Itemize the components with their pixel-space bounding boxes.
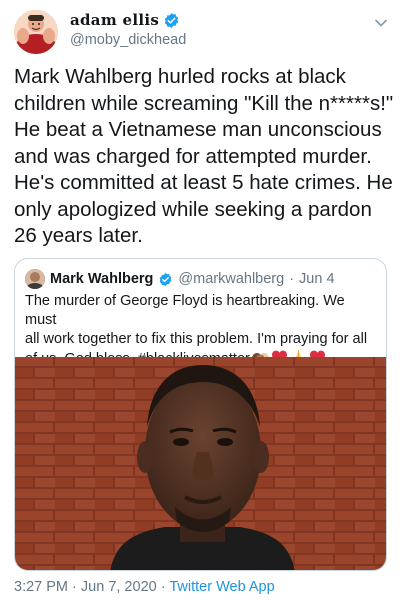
verified-badge-icon — [164, 12, 179, 28]
tweet-line: Mark Wahlberg hurled rocks at black — [14, 65, 346, 88]
tweet-line: children while screaming "Kill the n****… — [14, 91, 394, 115]
chevron-down-icon[interactable] — [374, 16, 388, 30]
quoted-author-avatar[interactable] — [25, 269, 45, 289]
author-name-text[interactable]: adam ellis — [70, 11, 159, 29]
tweet-header: adam ellis @moby_dickhead — [14, 10, 390, 56]
quoted-tweet-photo[interactable] — [15, 357, 386, 570]
author-display-name[interactable]: adam ellis — [70, 11, 186, 29]
tweet-time[interactable]: 3:27 PM — [14, 579, 68, 595]
quoted-date[interactable]: Jun 4 — [299, 271, 334, 287]
quoted-author-name[interactable]: Mark Wahlberg — [50, 271, 153, 287]
tweet-line: He's committed at least 5 hate crimes. H… — [14, 171, 393, 194]
tweet-text: Mark Wahlberg hurled rocks at black chil… — [14, 64, 394, 250]
footer-separator: · — [72, 579, 77, 595]
tweet-footer: 3:27 PM · Jun 7, 2020 · Twitter Web App — [14, 579, 275, 595]
quoted-tweet-header: Mark Wahlberg @markwahlberg · Jun 4 — [25, 269, 335, 289]
tweet-line: only apologized while seeking a pardon — [14, 197, 372, 221]
footer-separator: · — [160, 579, 166, 595]
quoted-line: all work together to fix this problem. I… — [25, 331, 368, 347]
tweet-line: and was charged for attempted murder. — [14, 144, 372, 168]
tweet-line: 26 years later. — [14, 224, 143, 247]
verified-badge-icon — [160, 272, 172, 286]
quoted-separator: · — [289, 271, 295, 287]
quoted-author-handle[interactable]: @markwahlberg — [178, 271, 284, 287]
tweet-source-link[interactable]: Twitter Web App — [169, 579, 274, 595]
author-handle[interactable]: @moby_dickhead — [70, 32, 186, 48]
quoted-tweet[interactable]: Mark Wahlberg @markwahlberg · Jun 4 The … — [14, 258, 387, 571]
quoted-line: The murder of George Floyd is heartbreak… — [25, 293, 345, 328]
tweet-date[interactable]: Jun 7, 2020 — [81, 579, 157, 595]
author-avatar[interactable] — [14, 10, 58, 54]
tweet-line: He beat a Vietnamese man unconscious — [14, 118, 382, 141]
